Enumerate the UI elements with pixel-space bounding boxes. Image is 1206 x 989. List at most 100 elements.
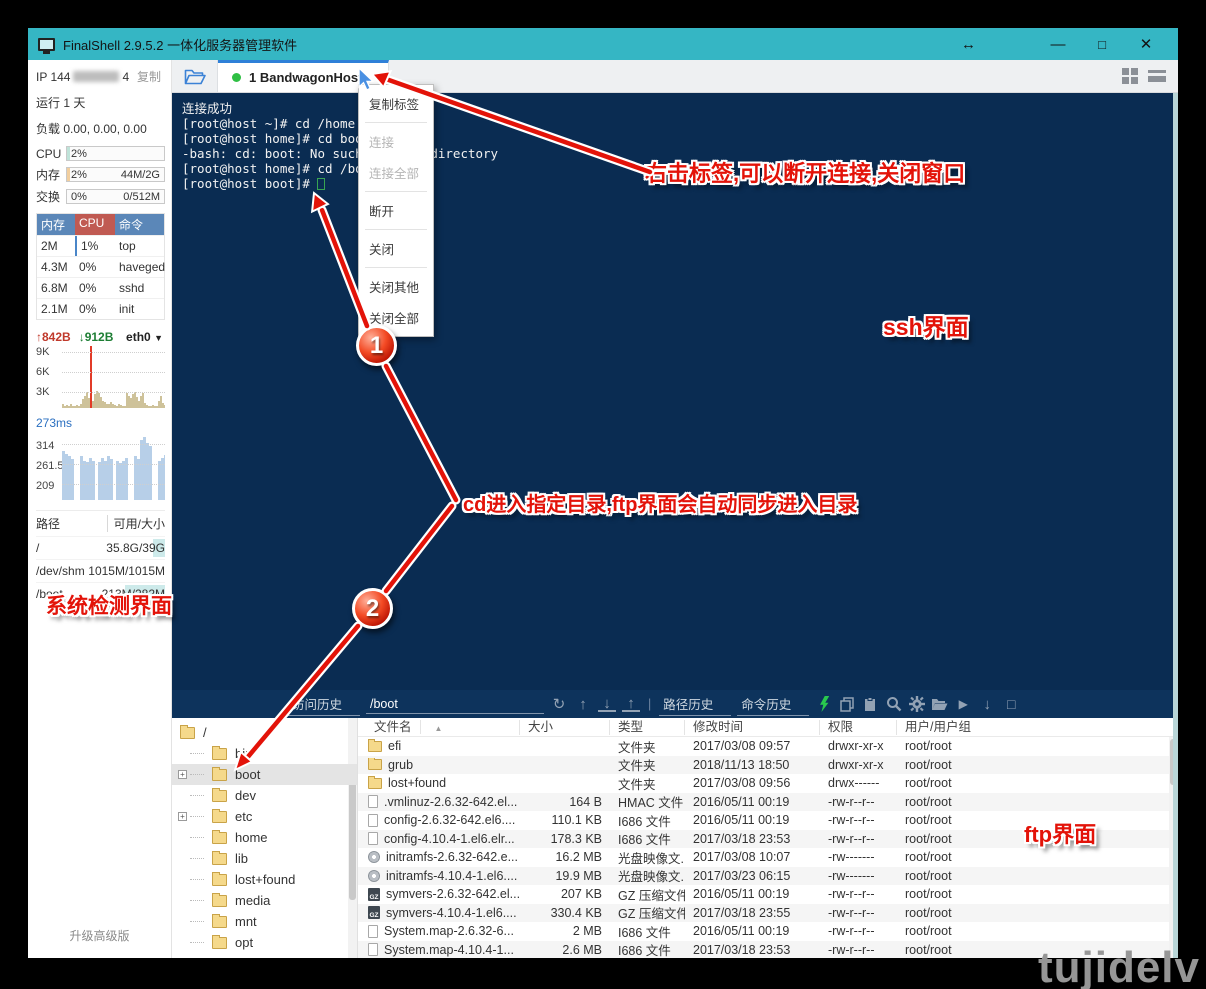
disc-file-icon	[368, 851, 380, 863]
gauge-label: 交换	[36, 188, 66, 205]
file-size-cell: 178.3 KB	[520, 832, 610, 846]
ip-suffix: 4	[122, 70, 129, 84]
col-owner[interactable]: 用户/用户组	[897, 720, 1178, 735]
window-icon[interactable]: □	[1002, 696, 1020, 712]
ping-bar	[92, 461, 95, 500]
expander-icon[interactable]: +	[178, 812, 187, 821]
refresh-icon[interactable]: ↻	[550, 695, 568, 713]
process-cmd: top	[115, 236, 164, 256]
file-date-cell: 2017/03/08 10:07	[685, 850, 820, 864]
process-cpu: 0%	[75, 278, 115, 298]
visit-history-field[interactable]: 访问历史	[288, 692, 360, 716]
lightning-icon[interactable]	[819, 696, 829, 712]
process-cmd: haveged	[115, 257, 169, 277]
copy-icon[interactable]	[839, 696, 856, 713]
upload-icon[interactable]: ↑	[622, 697, 640, 712]
process-row[interactable]: 6.8M0%sshd	[37, 277, 164, 298]
tree-item-bin[interactable]: bin	[172, 743, 357, 764]
interface-selector[interactable]: eth0 ▼	[126, 330, 165, 344]
folder-file-icon	[368, 741, 382, 752]
process-col-cpu[interactable]: CPU	[75, 214, 115, 235]
tree-item-home[interactable]: home	[172, 827, 357, 848]
download-icon[interactable]: ↓	[598, 697, 616, 712]
folder-icon	[212, 790, 227, 802]
tree-label: media	[235, 893, 270, 908]
path-input[interactable]: /boot	[366, 695, 544, 714]
tree-item-mnt[interactable]: mnt	[172, 911, 357, 932]
process-row[interactable]: 2M1%top	[37, 235, 164, 256]
file-date-cell: 2016/05/11 00:19	[685, 924, 820, 938]
tree-label: mnt	[235, 914, 257, 929]
table-row[interactable]: GZsymvers-2.6.32-642.el...207 KBGZ 压缩文件2…	[358, 885, 1178, 904]
paste-icon[interactable]	[862, 696, 879, 713]
disk-col-path[interactable]: 路径	[36, 515, 60, 532]
table-row[interactable]: efi文件夹2017/03/08 09:57drwxr-xr-xroot/roo…	[358, 737, 1178, 756]
tree-item-/[interactable]: /	[172, 722, 357, 743]
folder-file-icon	[368, 778, 382, 789]
col-perm[interactable]: 权限	[820, 720, 897, 735]
process-row[interactable]: 2.1M0%init	[37, 298, 164, 319]
table-row[interactable]: initramfs-2.6.32-642.e...16.2 MB光盘映像文...…	[358, 848, 1178, 867]
disk-row[interactable]: /35.8G/39G	[36, 536, 165, 559]
upgrade-link[interactable]: 升级高级版	[28, 927, 171, 944]
gear-icon[interactable]	[908, 696, 925, 713]
tree-item-etc[interactable]: +etc	[172, 806, 357, 827]
tree-item-media[interactable]: media	[172, 890, 357, 911]
tree-item-dev[interactable]: dev	[172, 785, 357, 806]
file-size-cell: 164 B	[520, 795, 610, 809]
layout-grid-icon[interactable]	[1122, 68, 1138, 84]
table-row[interactable]: lost+found文件夹2017/03/08 09:56drwx------r…	[358, 774, 1178, 793]
file-name-cell: System.map-2.6.32-6...	[358, 924, 520, 938]
command-history-field[interactable]: 命令历史	[737, 692, 809, 716]
maximize-button[interactable]: □	[1080, 37, 1124, 52]
tree-label: dev	[235, 788, 256, 803]
folder-open-icon[interactable]	[931, 696, 948, 713]
tree-item-opt[interactable]: opt	[172, 932, 357, 953]
file-perm-cell: -rw-------	[820, 850, 897, 864]
tree-item-lib[interactable]: lib	[172, 848, 357, 869]
play-icon[interactable]: ▶	[954, 697, 972, 711]
gauge-percent: 2%	[71, 169, 87, 181]
open-connection-button[interactable]	[172, 60, 218, 92]
minimize-button[interactable]: —	[1036, 36, 1080, 53]
file-owner-cell: root/root	[897, 887, 1178, 901]
disk-row[interactable]: /dev/shm1015M/1015M	[36, 559, 165, 582]
file-owner-cell: root/root	[897, 924, 1178, 938]
file-type-cell: 文件夹	[610, 755, 685, 774]
network-header: ↑842B ↓912B eth0 ▼	[36, 330, 165, 344]
tree-item-lost+found[interactable]: lost+found	[172, 869, 357, 890]
search-icon[interactable]	[885, 696, 902, 713]
up-directory-icon[interactable]: ↑	[574, 696, 592, 713]
menu-item-断开[interactable]: 断开	[359, 195, 433, 226]
hamburger-menu-icon[interactable]	[1148, 70, 1166, 82]
table-row[interactable]: initramfs-4.10.4-1.el6....19.9 MB光盘映像文..…	[358, 867, 1178, 886]
process-col-cmd[interactable]: 命令	[115, 214, 164, 235]
col-type[interactable]: 类型	[610, 720, 685, 735]
tree-connector	[190, 942, 204, 943]
tree-item-boot[interactable]: +boot	[172, 764, 357, 785]
col-filename[interactable]: 文件名▲	[358, 720, 520, 735]
file-date-cell: 2018/11/13 18:50	[685, 758, 820, 772]
ping-chart-ticks: 314 261.5 209	[36, 432, 62, 500]
down-arrow-icon[interactable]: ↓	[978, 696, 996, 713]
process-row[interactable]: 4.3M0%haveged	[37, 256, 164, 277]
menu-item-关闭其他[interactable]: 关闭其他	[359, 271, 433, 302]
menu-item-复制标签[interactable]: 复制标签	[359, 88, 433, 119]
table-row[interactable]: GZsymvers-4.10.4-1.el6....330.4 KBGZ 压缩文…	[358, 904, 1178, 923]
process-cmd: sshd	[115, 278, 164, 298]
gz-file-icon: GZ	[368, 906, 380, 919]
disk-col-avail[interactable]: 可用/大小	[107, 515, 165, 532]
file-name-cell: System.map-4.10.4-1...	[358, 943, 520, 957]
menu-item-关闭[interactable]: 关闭	[359, 233, 433, 264]
col-size[interactable]: 大小	[520, 720, 610, 735]
copy-ip-button[interactable]: 复制	[137, 68, 165, 85]
table-row[interactable]: System.map-2.6.32-6...2 MBI686 文件2016/05…	[358, 922, 1178, 941]
process-col-mem[interactable]: 内存	[37, 214, 75, 235]
table-row[interactable]: .vmlinuz-2.6.32-642.el...164 BHMAC 文件201…	[358, 793, 1178, 812]
table-row[interactable]: grub文件夹2018/11/13 18:50drwxr-xr-xroot/ro…	[358, 756, 1178, 775]
path-history-field[interactable]: 路径历史	[659, 692, 731, 716]
expander-icon[interactable]: +	[178, 770, 187, 779]
close-button[interactable]: ✕	[1124, 35, 1168, 53]
col-modified[interactable]: 修改时间	[685, 720, 820, 735]
file-date-cell: 2017/03/18 23:53	[685, 832, 820, 846]
